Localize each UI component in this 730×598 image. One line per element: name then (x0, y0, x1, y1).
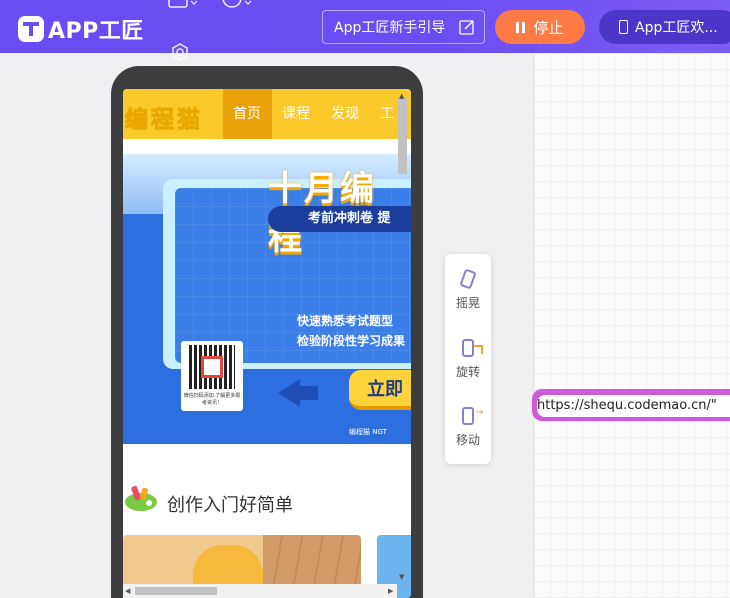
site-nav: 编程猫 首页 课程 发现 工 (123, 89, 411, 139)
scroll-down-icon[interactable]: ▼ (399, 573, 404, 581)
nav-more[interactable]: 工 (380, 89, 394, 139)
rotate-icon (462, 339, 483, 357)
stop-button[interactable]: 停止 (495, 10, 585, 44)
edit-icon (459, 19, 475, 39)
qr-caption: 微信扫码添加 了解更多报考资讯！ (183, 393, 241, 406)
qr-center-logo (201, 356, 223, 378)
beginner-guide-label: App工匠新手引导 (334, 20, 446, 36)
nav-home[interactable]: 首页 (223, 89, 272, 139)
top-toolbar: APP工匠 App工匠新手引导 停止 App工匠欢... (0, 0, 730, 61)
help-icon[interactable] (222, 0, 252, 14)
url-input[interactable]: https://shequ.codemao.cn/" (537, 395, 730, 417)
phone-icon (619, 20, 628, 34)
banner-cta-button[interactable]: 立即 (349, 370, 411, 410)
palette-icon (125, 485, 157, 511)
banner-footer: 编程猫 NGT (349, 428, 387, 436)
site-logo[interactable]: 编程猫 (125, 100, 203, 134)
move-tool[interactable]: 移动 (445, 407, 491, 448)
section-title: 创作入门好简单 (167, 495, 293, 516)
app-welcome-label: App工匠欢... (635, 20, 718, 36)
horizontal-scrollbar-thumb[interactable] (135, 587, 217, 595)
left-arrow-icon (278, 379, 300, 407)
settings-icon[interactable] (171, 43, 189, 65)
stop-label: 停止 (533, 18, 564, 37)
banner-line-1: 快速熟悉考试题型 (297, 314, 394, 328)
banner-subtitle: 考前冲刺卷 提 (268, 206, 411, 232)
scroll-right-icon[interactable]: ▶ (388, 587, 393, 595)
app-welcome-button[interactable]: App工匠欢... (599, 10, 730, 44)
nav-courses[interactable]: 课程 (282, 89, 310, 139)
rotate-label: 旋转 (455, 365, 480, 379)
pause-icon (516, 21, 526, 33)
logo-mark-icon (18, 16, 44, 42)
qr-code-card: 微信扫码添加 了解更多报考资讯！ (181, 341, 243, 411)
logo-text: APP工匠 (48, 19, 144, 44)
move-label: 移动 (455, 433, 480, 447)
device-tools-panel: 摇晃 旋转 移动 (445, 254, 491, 464)
banner-line-2: 检验阶段性学习成果 (297, 334, 406, 348)
shake-tool[interactable]: 摇晃 (445, 268, 491, 311)
shake-label: 摇晃 (455, 296, 480, 310)
vertical-scrollbar-thumb[interactable] (398, 98, 407, 174)
scroll-up-icon[interactable]: ▲ (399, 92, 404, 100)
phone-notch (249, 66, 287, 75)
partner-logos: NGT | CSIA (313, 141, 351, 149)
shake-icon (459, 268, 477, 290)
app-logo[interactable]: APP工匠 (18, 13, 144, 45)
canvas-area[interactable] (533, 53, 730, 598)
scroll-left-icon[interactable]: ◀ (125, 587, 130, 595)
folder-icon[interactable] (168, 0, 198, 14)
phone-screen[interactable]: 编程猫 首页 课程 发现 工 NGT | CSIA 十月编程 考前冲刺卷 提 快… (123, 89, 411, 598)
rotate-tool[interactable]: 旋转 (445, 339, 491, 380)
nav-discover[interactable]: 发现 (331, 89, 359, 139)
left-arrow-tail (298, 386, 318, 400)
move-icon (462, 407, 483, 425)
beginner-guide-button[interactable]: App工匠新手引导 (322, 10, 485, 44)
